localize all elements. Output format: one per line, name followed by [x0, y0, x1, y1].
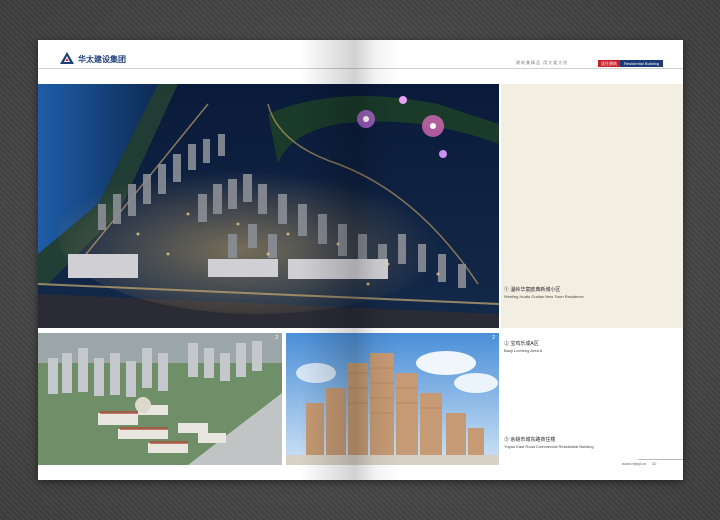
caption-1: ① 温岭华富欧典新城小区 Wenling Huafu Oudian New To…	[504, 287, 584, 299]
company-logo-icon	[60, 52, 74, 64]
brochure-spread: 华太建设集团 建筑美精品 用大爱大恒 居住建筑 Residential Buil…	[38, 40, 683, 480]
page-number: 32	[652, 461, 657, 466]
category-en: Residential Building	[620, 60, 664, 67]
photo-number: 2	[275, 335, 278, 341]
caption-2: ② 宝鸡乐成A区 Baoji Locheng Area A	[504, 341, 543, 353]
highrise-photo: 2	[286, 333, 499, 465]
photo-number: 2	[492, 335, 495, 341]
footer-divider	[638, 459, 683, 460]
footer-url: www.hbjsjt.cn	[622, 461, 647, 466]
slogan: 建筑美精品 用大爱大恒	[516, 60, 569, 65]
header-divider	[38, 68, 683, 69]
caption-3: ③ 余姚市城东路商住楼 Yuyao East Road Commercial R…	[504, 437, 594, 449]
category-cn: 居住建筑	[598, 60, 620, 67]
aerial-night-photo	[38, 84, 499, 328]
daytime-aerial-photo: 2	[38, 333, 282, 465]
company-name: 华太建设集团	[78, 55, 126, 64]
page-header: 华太建设集团 建筑美精品 用大爱大恒 居住建筑 Residential Buil…	[38, 40, 683, 70]
category-tag: 居住建筑 Residential Building	[598, 60, 664, 67]
